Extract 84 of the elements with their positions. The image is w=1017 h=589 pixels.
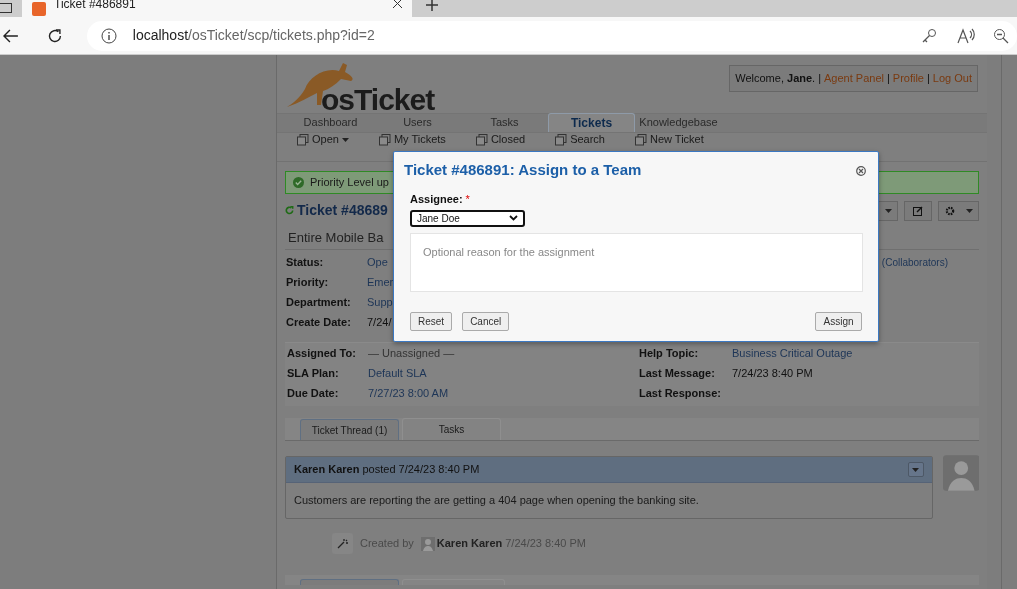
edit-button[interactable] <box>904 200 932 221</box>
field-label: Department: <box>286 294 352 310</box>
nav-tab[interactable]: Knowledgebase <box>635 113 722 132</box>
field-value[interactable]: Emer <box>367 273 394 291</box>
subnav-item[interactable]: New Ticket <box>635 133 704 146</box>
thread-tab[interactable]: Ticket Thread (1) <box>300 419 399 440</box>
field-label: Due Date: <box>287 385 340 401</box>
thread-tab[interactable]: Tasks <box>402 418 501 440</box>
field-value: 7/24/ <box>367 314 392 330</box>
documents-icon <box>378 133 391 146</box>
field-value[interactable]: Business Critical Outage <box>732 344 853 362</box>
field-label: SLA Plan: <box>287 365 340 381</box>
welcome-text: Welcome, Jane. <box>735 71 816 87</box>
entry-body: Customers are reporting the are getting a 404 page when opening the banking site. <box>294 493 699 509</box>
chevron-icon <box>509 215 518 221</box>
subnav-item[interactable]: Closed <box>475 133 526 146</box>
field-label: Help Topic: <box>639 345 700 361</box>
field-value: 7/24/23 8:40 PM <box>732 365 813 381</box>
event-author: Karen Karen <box>436 536 503 552</box>
alert-text: Priority Level up <box>310 175 389 191</box>
subnav-item[interactable]: Open <box>297 133 349 146</box>
collaborators-link[interactable]: (Collaborators) <box>881 254 948 270</box>
field-value[interactable]: 7/27/23 8:00 AM <box>368 384 449 402</box>
key-icon[interactable] <box>921 27 937 44</box>
dialog-button[interactable]: Assign <box>815 312 862 331</box>
header-link[interactable]: Profile <box>892 70 924 87</box>
settings-icon <box>944 205 955 216</box>
field-value[interactable]: Ope <box>367 253 388 271</box>
address-bar[interactable]: localhost/osTicket/scp/tickets.php?id=2 <box>86 20 1017 51</box>
dialog-button[interactable]: Cancel <box>462 312 510 331</box>
separator: | <box>886 71 890 87</box>
field-label: Last Message: <box>639 365 716 381</box>
settings-button[interactable] <box>938 200 979 221</box>
field-value[interactable]: Supp <box>367 293 393 311</box>
field-value[interactable]: Default SLA <box>368 364 427 382</box>
read-aloud-icon[interactable] <box>957 27 975 44</box>
field-label: Assigned To: <box>287 345 357 361</box>
avatar-icon <box>942 455 979 491</box>
site-icon <box>32 1 46 16</box>
field-label: Last Response: <box>639 385 722 401</box>
back-icon[interactable] <box>2 28 18 43</box>
entry-menu-button[interactable] <box>907 462 924 477</box>
close-icon[interactable] <box>856 165 866 176</box>
documents-icon <box>635 133 647 146</box>
reload-icon[interactable] <box>46 27 63 44</box>
separator: | <box>927 71 930 87</box>
logo[interactable]: osTicket <box>285 59 435 113</box>
subnav-item[interactable]: Search <box>555 133 605 146</box>
zoom-out-icon[interactable] <box>993 27 1009 44</box>
field-value: — Unassigned — <box>368 345 455 361</box>
entry-header-text: Karen Karen posted 7/24/23 8:40 PM <box>294 462 480 478</box>
field-label: Priority: <box>286 274 330 290</box>
field-label: Assignee: <box>410 192 463 207</box>
subnav-item[interactable]: My Tickets <box>378 133 446 146</box>
user-icon <box>420 536 435 551</box>
caret-icon <box>912 467 920 472</box>
comment-field[interactable]: Optional reason for the assignment <box>410 232 863 292</box>
nav-tab[interactable]: Tasks <box>461 113 548 132</box>
dialog-button[interactable]: Reset <box>410 312 453 331</box>
url-text: localhost/osTicket/scp/tickets.php?id=2 <box>132 26 375 45</box>
new-tab-icon[interactable] <box>426 0 438 11</box>
nav-tab[interactable]: Tickets <box>548 113 635 132</box>
documents-icon <box>555 133 568 146</box>
caret-icon <box>965 208 973 213</box>
check-icon <box>293 177 304 188</box>
info-icon <box>100 27 117 44</box>
field-label: Create Date: <box>286 314 352 330</box>
field-label: Status: <box>286 254 325 270</box>
documents-icon <box>475 133 488 146</box>
assignee-select[interactable]: Jane Doe <box>410 209 525 227</box>
magic-wand-icon <box>337 538 348 549</box>
caret-icon <box>341 137 349 142</box>
dialog-title: Ticket #486891: Assign to a Team <box>404 160 642 181</box>
nav-tab[interactable]: Dashboard <box>287 113 374 132</box>
edit-icon <box>913 205 923 216</box>
close-icon[interactable] <box>393 0 402 8</box>
header-link[interactable]: Log Out <box>932 70 972 87</box>
ticket-title: Ticket #48689 <box>297 201 388 220</box>
header-link[interactable]: Agent Panel <box>824 70 884 87</box>
required-mark: * <box>465 192 470 207</box>
nav-tab[interactable]: Users <box>374 113 461 132</box>
documents-icon <box>297 133 309 146</box>
caret-icon <box>885 208 892 213</box>
separator: | <box>818 71 821 87</box>
